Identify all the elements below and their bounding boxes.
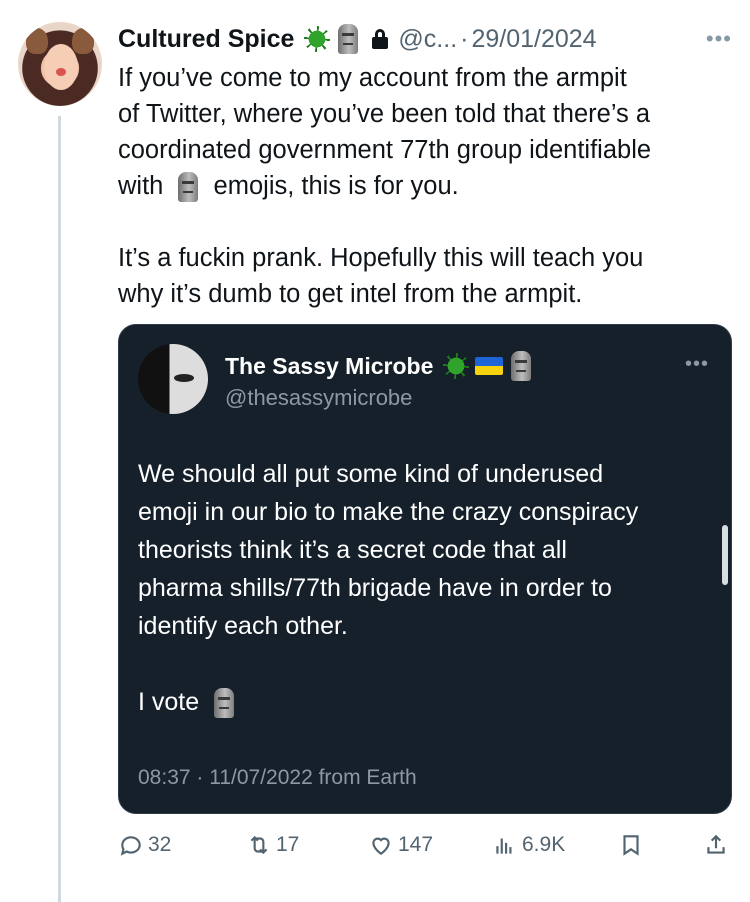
tweet-header: Cultured Spice @c... · 29/01/2024 ••• [118,22,732,56]
views-button[interactable]: 6.9K [492,832,565,858]
share-icon [707,834,725,854]
virus-emoji [304,26,331,52]
ukraine-flag-emoji [475,357,504,375]
quote-line: theorists think it’s a secret code that … [138,536,567,564]
like-count: 147 [398,833,434,856]
tweet-body: If you’ve come to my account from the ar… [118,60,733,312]
author-handle[interactable]: @c... [398,25,457,54]
moai-emoji [214,688,235,719]
tweet-line: with emojis, this is for you. [118,168,733,204]
author-avatar[interactable] [18,22,102,106]
quoted-tweet[interactable]: The Sassy Microbe @thesassymicrobe ••• W… [118,324,732,814]
avatar-eye [174,374,194,382]
avatar-face [44,44,78,90]
quote-line: emoji in our bio to make the crazy consp… [138,498,639,526]
quote-avatar[interactable] [138,344,208,414]
quote-body: We should all put some kind of underused… [138,455,718,721]
retweet-icon [250,835,268,855]
quote-line: identify each other. [138,612,348,640]
like-icon [372,837,390,855]
vote-text: I vote [138,688,200,716]
tweet-line: of Twitter, where you’ve been told that … [118,100,651,128]
views-count: 6.9K [522,833,566,856]
views-icon [496,838,512,854]
lock-icon [372,29,389,49]
virus-emoji [443,353,470,379]
moai-emoji [511,351,532,381]
moai-emoji [338,24,359,54]
header-separator: · [460,24,469,53]
action-bar: 32 17 147 6.9K [118,832,733,868]
with-word: with [118,172,164,200]
retweet-count: 17 [276,833,300,856]
quote-line: pharma shills/77th brigade have in order… [138,574,612,602]
tweet-line: why it’s dumb to get intel from the armp… [118,280,583,308]
avatar-nose [56,68,66,76]
retweet-button[interactable]: 17 [246,832,299,858]
quote-vote-line: I vote [138,683,718,721]
quote-timestamp[interactable]: 08:37 · 11/07/2022 from Earth [138,766,417,790]
quote-line: We should all put some kind of underused [138,460,604,488]
tweet-line-fragment: emojis, this is for you. [213,172,459,200]
more-icon[interactable]: ••• [685,353,709,376]
reply-icon [120,836,141,856]
bookmark-button[interactable] [618,832,644,858]
tweet-line: If you’ve come to my account from the ar… [118,64,627,92]
bookmark-icon [623,835,639,856]
thread-line [58,116,61,902]
quote-author-name[interactable]: The Sassy Microbe [225,353,433,380]
quote-author-row: The Sassy Microbe [225,351,539,381]
moai-emoji [178,172,199,203]
author-name[interactable]: Cultured Spice [118,25,294,54]
like-button[interactable]: 147 [368,832,433,858]
reply-button[interactable]: 32 [118,832,171,858]
share-button[interactable] [703,832,729,858]
tweet-line: It’s a fuckin prank. Hopefully this will… [118,244,644,272]
quote-author-handle[interactable]: @thesassymicrobe [225,385,412,411]
reply-count: 32 [148,833,172,856]
more-icon[interactable]: ••• [706,26,732,52]
avatar-ear-right [72,28,94,54]
quote-scrollbar[interactable] [722,525,728,585]
tweet-date[interactable]: 29/01/2024 [471,25,596,54]
tweet-line: coordinated government 77th group identi… [118,136,652,164]
avatar-ear-left [26,28,48,54]
